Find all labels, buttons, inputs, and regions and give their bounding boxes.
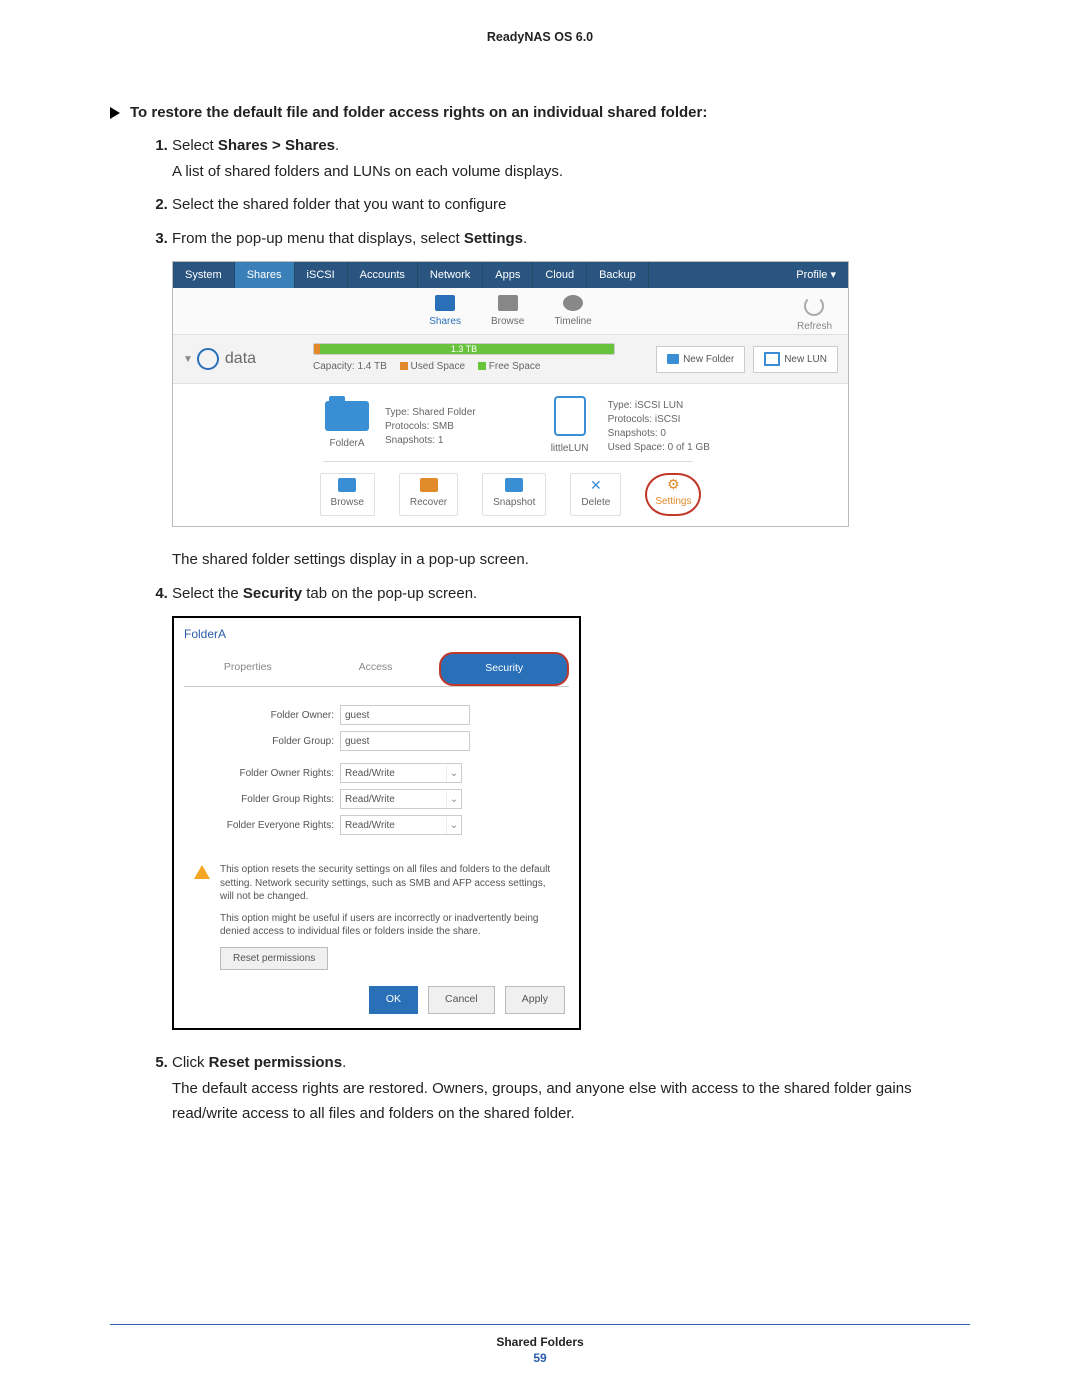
snapshot-icon (505, 478, 523, 492)
step-1: Select Shares > Shares. A list of shared… (172, 133, 970, 184)
folder-icon (435, 295, 455, 311)
warning-block: This option resets the security settings… (194, 863, 559, 970)
tool-browse[interactable]: Browse (320, 473, 375, 516)
section-heading: To restore the default file and folder a… (110, 104, 970, 121)
step-3: From the pop-up menu that displays, sele… (172, 226, 970, 573)
step-5-desc: The default access rights are restored. … (172, 1076, 970, 1127)
refresh-button[interactable]: Refresh (797, 296, 832, 335)
lun-item[interactable]: littleLUN Type: iSCSI LUN Protocols: iSC… (546, 396, 710, 457)
reset-permissions-button[interactable]: Reset permissions (220, 947, 328, 971)
sub-nav: Shares Browse Timeline Refresh (173, 288, 848, 335)
apply-button[interactable]: Apply (505, 986, 565, 1014)
lun-icon (764, 352, 780, 366)
subnav-timeline[interactable]: Timeline (554, 295, 591, 334)
capacity-bar: 1.3 TB (313, 343, 615, 355)
chevron-down-icon: ⌄ (446, 791, 461, 808)
folder-item[interactable]: FolderA Type: Shared Folder Protocols: S… (323, 396, 476, 457)
nav-network[interactable]: Network (418, 262, 483, 288)
tool-snapshot[interactable]: Snapshot (482, 473, 546, 516)
step-1-desc: A list of shared folders and LUNs on eac… (172, 159, 970, 185)
browse-icon (498, 295, 518, 311)
nav-shares[interactable]: Shares (235, 262, 295, 288)
step-2: Select the shared folder that you want t… (172, 192, 970, 218)
owner-rights-label: Folder Owner Rights: (194, 765, 334, 782)
nav-backup[interactable]: Backup (587, 262, 649, 288)
owner-rights-select[interactable]: Read/Write⌄ (340, 763, 462, 783)
recover-icon (420, 478, 438, 492)
tab-properties[interactable]: Properties (184, 652, 312, 686)
tool-recover[interactable]: Recover (399, 473, 458, 516)
folder-owner-label: Folder Owner: (194, 707, 334, 724)
gear-icon: ⚙ (664, 477, 682, 491)
refresh-icon (804, 296, 824, 316)
group-rights-select[interactable]: Read/Write⌄ (340, 789, 462, 809)
folder-group-input[interactable]: guest (340, 731, 470, 751)
step-4: Select the Security tab on the pop-up sc… (172, 581, 970, 1031)
clock-icon (563, 295, 583, 311)
tool-delete[interactable]: ✕ Delete (570, 473, 621, 516)
folder-plus-icon (667, 354, 679, 364)
popup-tabs: Properties Access Security (184, 652, 569, 687)
tab-security[interactable]: Security (439, 652, 569, 686)
subnav-shares[interactable]: Shares (429, 295, 461, 334)
shared-folder-icon (325, 401, 369, 431)
tool-settings[interactable]: ⚙ Settings (645, 473, 701, 516)
chevron-down-icon: ▼ (183, 351, 193, 368)
group-rights-label: Folder Group Rights: (194, 791, 334, 808)
step-3-follow: The shared folder settings display in a … (172, 547, 970, 573)
nav-apps[interactable]: Apps (483, 262, 533, 288)
subnav-browse[interactable]: Browse (491, 295, 524, 334)
browse-icon (338, 478, 356, 492)
everyone-rights-label: Folder Everyone Rights: (194, 817, 334, 834)
nav-accounts[interactable]: Accounts (348, 262, 418, 288)
capacity-meta: Capacity: 1.4 TB Used Space Free Space (313, 358, 644, 375)
volume-icon (197, 348, 219, 370)
chevron-down-icon: ⌄ (446, 765, 461, 782)
shares-screenshot: System Shares iSCSI Accounts Network App… (172, 261, 849, 527)
chevron-down-icon: ⌄ (446, 817, 461, 834)
security-popup: FolderA Properties Access Security Folde… (172, 616, 581, 1030)
page-header: ReadyNAS OS 6.0 (110, 30, 970, 44)
popup-title: FolderA (174, 618, 579, 644)
new-lun-button[interactable]: New LUN (753, 346, 838, 373)
nav-profile[interactable]: Profile ▾ (784, 262, 848, 288)
warning-icon (194, 865, 210, 879)
top-nav: System Shares iSCSI Accounts Network App… (173, 262, 848, 288)
cancel-button[interactable]: Cancel (428, 986, 495, 1014)
lun-drive-icon (554, 396, 586, 436)
page-footer: Shared Folders 59 (110, 1324, 970, 1365)
everyone-rights-select[interactable]: Read/Write⌄ (340, 815, 462, 835)
step-5: Click Reset permissions. The default acc… (172, 1050, 970, 1127)
delete-icon: ✕ (587, 478, 605, 492)
volume-label[interactable]: ▼ data (183, 345, 313, 372)
tab-access[interactable]: Access (312, 652, 440, 686)
folder-owner-input[interactable]: guest (340, 705, 470, 725)
arrow-icon (110, 107, 120, 119)
new-folder-button[interactable]: New Folder (656, 346, 745, 373)
ok-button[interactable]: OK (369, 986, 418, 1014)
folder-group-label: Folder Group: (194, 733, 334, 750)
nav-system[interactable]: System (173, 262, 235, 288)
nav-cloud[interactable]: Cloud (533, 262, 587, 288)
volume-row: ▼ data 1.3 TB Capacity: 1.4 TB Used Spac… (173, 335, 848, 384)
folder-toolbar: Browse Recover Snapshot ✕ Delete (173, 465, 848, 526)
nav-iscsi[interactable]: iSCSI (295, 262, 348, 288)
